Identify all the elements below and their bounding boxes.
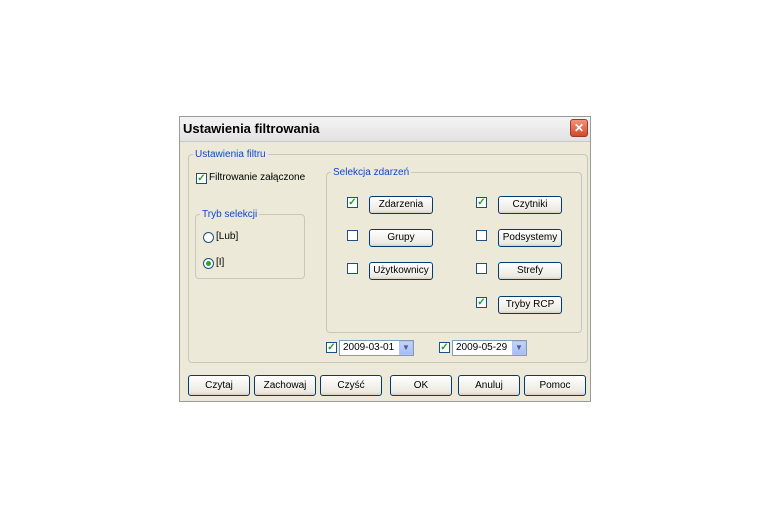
date-to-checkbox[interactable]: ✓ [439,342,450,353]
strefy-button[interactable]: Strefy [498,262,562,280]
grupy-button[interactable]: Grupy [369,229,433,247]
check-icon: ✓ [197,173,206,184]
radio-selected-dot [206,261,211,266]
title-bar[interactable]: Ustawienia filtrowania ✕ [180,117,590,142]
check-icon: ✓ [477,297,486,308]
radio-i[interactable] [203,258,214,269]
zdarzenia-checkbox[interactable]: ✓ [347,197,358,208]
check-icon: ✓ [348,197,357,208]
tryby-rcp-checkbox[interactable]: ✓ [476,297,487,308]
filtering-enabled-label[interactable]: Filtrowanie załączone [209,172,305,183]
czytniki-button[interactable]: Czytniki [498,196,562,214]
date-to-dropdown-button[interactable]: ▼ [512,341,526,355]
check-icon: ✓ [477,197,486,208]
podsystemy-checkbox[interactable] [476,230,487,241]
filter-settings-dialog: Ustawienia filtrowania ✕ Ustawienia filt… [179,116,591,402]
selection-mode-group: Tryb selekcji [195,209,305,279]
radio-i-label[interactable]: [I] [216,257,224,268]
ok-button[interactable]: OK [390,375,452,396]
radio-lub[interactable] [203,232,214,243]
zdarzenia-button[interactable]: Zdarzenia [369,196,433,214]
uzytkownicy-checkbox[interactable] [347,263,358,274]
podsystemy-button[interactable]: Podsystemy [498,229,562,247]
date-from-dropdown-button[interactable]: ▼ [399,341,413,355]
tryby-rcp-button[interactable]: Tryby RCP [498,296,562,314]
check-icon: ✓ [327,342,336,353]
filtering-enabled-checkbox[interactable]: ✓ [196,173,207,184]
filter-settings-legend: Ustawienia filtru [195,149,266,160]
cancel-button[interactable]: Anuluj [458,375,520,396]
date-to-value: 2009-05-29 [456,342,508,353]
check-icon: ✓ [440,342,449,353]
strefy-checkbox[interactable] [476,263,487,274]
close-button[interactable]: ✕ [570,119,588,137]
date-from-checkbox[interactable]: ✓ [326,342,337,353]
event-selection-legend: Selekcja zdarzeń [333,167,410,178]
selection-mode-legend: Tryb selekcji [202,209,258,220]
read-button[interactable]: Czytaj [188,375,250,396]
help-button[interactable]: Pomoc [524,375,586,396]
clear-button[interactable]: Czyść [320,375,382,396]
chevron-down-icon: ▼ [402,343,410,352]
uzytkownicy-button[interactable]: Użytkownicy [369,262,433,280]
grupy-checkbox[interactable] [347,230,358,241]
date-from-value: 2009-03-01 [343,342,395,353]
save-button[interactable]: Zachowaj [254,375,316,396]
radio-lub-label[interactable]: [Lub] [216,231,238,242]
chevron-down-icon: ▼ [515,343,523,352]
czytniki-checkbox[interactable]: ✓ [476,197,487,208]
close-icon: ✕ [573,121,585,135]
dialog-title: Ustawienia filtrowania [183,121,320,136]
